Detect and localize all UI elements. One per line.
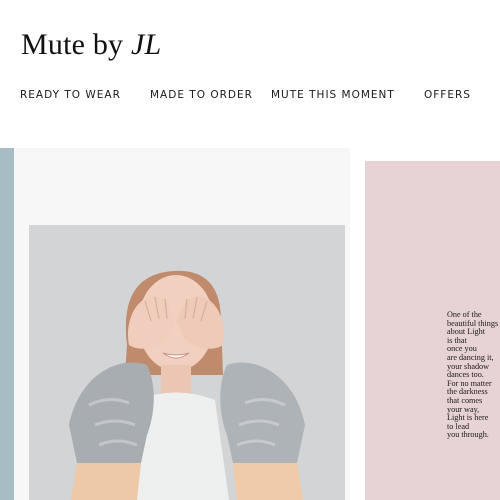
content-area: One of the beautiful things about Light …: [0, 148, 500, 500]
blue-side-panel[interactable]: [0, 148, 14, 500]
quote-panel: One of the beautiful things about Light …: [365, 161, 500, 500]
hero-photo-illustration: [29, 225, 345, 500]
nav-mute-this-moment[interactable]: MUTE THIS MOMENT: [271, 89, 395, 101]
logo-text: Mute by: [21, 28, 131, 61]
quote-line: you through.: [447, 430, 489, 440]
main-nav: READY TO WEAR MADE TO ORDER MUTE THIS MO…: [0, 89, 500, 103]
site-logo[interactable]: Mute by JL: [21, 28, 161, 62]
logo-italic-text: JL: [130, 28, 162, 61]
nav-ready-to-wear[interactable]: READY TO WEAR: [20, 89, 121, 101]
hero-photo[interactable]: [29, 225, 345, 500]
quote-text: One of the beautiful things about Light …: [447, 310, 500, 440]
nav-offers[interactable]: OFFERS: [424, 89, 471, 101]
page: Mute by JL READY TO WEAR MADE TO ORDER M…: [0, 0, 500, 500]
nav-made-to-order[interactable]: MADE TO ORDER: [150, 89, 253, 101]
